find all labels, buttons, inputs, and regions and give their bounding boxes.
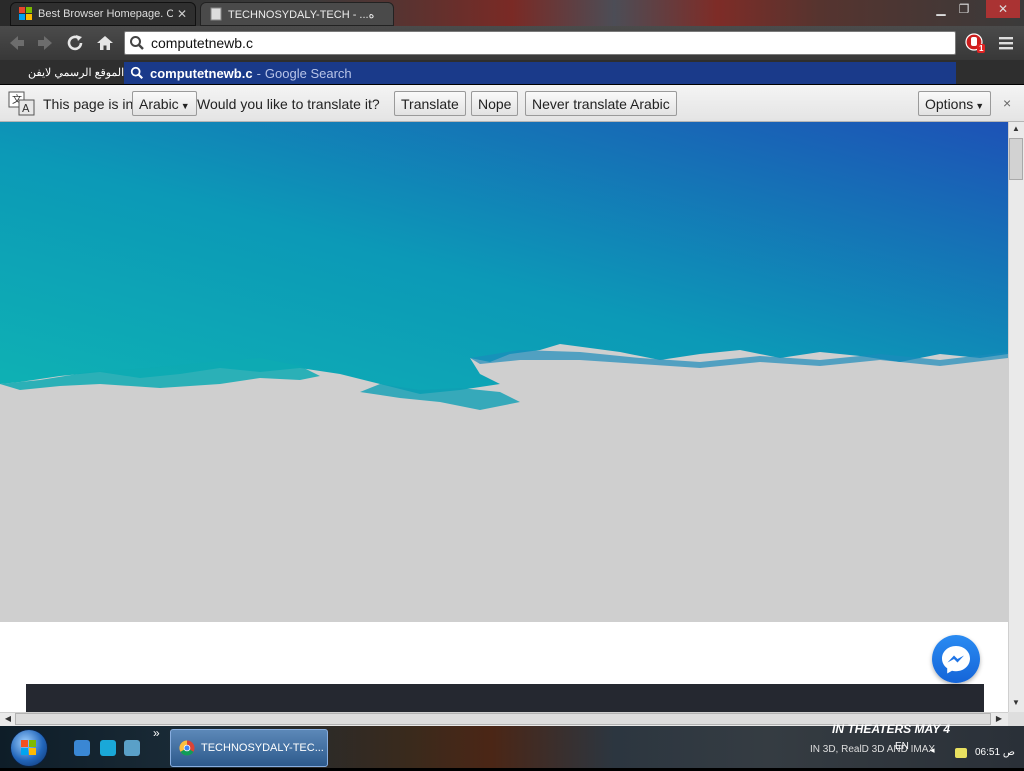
- chevron-down-icon: ▼: [180, 100, 190, 111]
- taskbar-item-label: TECHNOSYDALY-TEC...: [201, 742, 324, 754]
- tab-best-browser-homepage[interactable]: Best Browser Homepage. Cu ✕: [10, 2, 196, 26]
- tab-title: Best Browser Homepage. Cu: [38, 8, 173, 20]
- address-bar[interactable]: [124, 31, 956, 55]
- messenger-icon: [942, 646, 970, 674]
- never-translate-button[interactable]: Never translate Arabic: [525, 91, 677, 116]
- suggestion-source: Google Search: [264, 65, 352, 81]
- restore-button[interactable]: ❐: [953, 0, 975, 18]
- quicklaunch-app-icon[interactable]: [100, 740, 116, 756]
- brush-stroke-background: [0, 122, 1008, 410]
- omnibox-suggestion[interactable]: computetnewb.c - Google Search: [124, 62, 956, 84]
- chevron-down-icon: ▼: [975, 100, 985, 111]
- system-clock[interactable]: 06:51 ص: [975, 747, 1015, 758]
- tab-title: TECHNOSYDALY-TECH - ...ه: [228, 8, 375, 21]
- svg-text:A: A: [22, 102, 30, 115]
- page-content: [0, 122, 1008, 712]
- infobar-close-icon[interactable]: ×: [1003, 95, 1011, 111]
- page-icon: [210, 7, 222, 21]
- quicklaunch-app-icon[interactable]: [124, 740, 140, 756]
- translate-icon: 文 A: [8, 91, 36, 117]
- scroll-down-icon[interactable]: ▼: [1009, 696, 1023, 710]
- translate-prefix: This page is in: [43, 96, 134, 112]
- scroll-left-icon[interactable]: ◀: [1, 712, 15, 726]
- chrome-icon: [179, 740, 195, 756]
- translate-button[interactable]: Translate: [394, 91, 466, 116]
- language-select-value: Arabic: [139, 95, 179, 112]
- tab-technosydaly-tech[interactable]: TECHNOSYDALY-TECH - ...ه: [200, 2, 394, 26]
- suggestion-query: computetnewb.c: [150, 65, 253, 81]
- start-button[interactable]: [10, 729, 48, 767]
- scroll-right-icon[interactable]: ▶: [992, 712, 1006, 726]
- messenger-chat-button[interactable]: [932, 635, 980, 683]
- bookmark-item[interactable]: ... الموقع الرسمي لايفن: [28, 66, 136, 79]
- minimize-button[interactable]: ▁: [930, 0, 952, 18]
- scroll-up-icon[interactable]: ▲: [1009, 122, 1023, 136]
- options-label: Options: [925, 95, 974, 112]
- language-indicator[interactable]: EN: [895, 741, 909, 752]
- menu-button[interactable]: [996, 34, 1016, 52]
- scroll-corner: [1008, 712, 1024, 726]
- address-input[interactable]: [151, 35, 911, 51]
- hero-banner: [0, 122, 1008, 622]
- options-button[interactable]: Options ▼: [918, 91, 992, 116]
- taskbar-item-chrome[interactable]: TECHNOSYDALY-TEC...: [170, 729, 328, 767]
- menu-icon: [999, 37, 1013, 50]
- wallpaper-banner-subtext: IN 3D, RealD 3D AND IMAX: [810, 744, 936, 755]
- quicklaunch-app-icon[interactable]: [74, 740, 90, 756]
- nope-button[interactable]: Nope: [471, 91, 519, 116]
- reload-icon[interactable]: [64, 32, 86, 54]
- dark-strip: [26, 684, 984, 712]
- back-arrow-icon[interactable]: [6, 32, 28, 54]
- vertical-scrollbar[interactable]: [1008, 122, 1024, 712]
- vertical-scroll-thumb[interactable]: [1009, 138, 1023, 180]
- home-icon[interactable]: [94, 32, 116, 54]
- close-window-button[interactable]: ✕: [986, 0, 1020, 18]
- search-icon: [130, 36, 144, 50]
- forward-arrow-icon[interactable]: [34, 32, 56, 54]
- search-icon: [130, 66, 143, 79]
- tray-network-icon[interactable]: [955, 748, 967, 758]
- tray-expand-icon[interactable]: ◂: [930, 745, 935, 756]
- windows-logo-icon: [19, 7, 32, 20]
- wallpaper-banner-text: IN THEATERS MAY 4: [832, 722, 951, 736]
- language-select[interactable]: Arabic ▼: [132, 91, 197, 116]
- windows-logo-icon: [21, 740, 36, 755]
- quicklaunch-overflow-icon[interactable]: »: [153, 726, 160, 740]
- extension-badge: 1: [977, 44, 986, 53]
- extension-button[interactable]: 1: [964, 32, 986, 54]
- suggestion-separator: -: [256, 65, 261, 81]
- translate-question: Would you like to translate it?: [197, 96, 380, 112]
- tab-close-icon[interactable]: ✕: [177, 7, 187, 21]
